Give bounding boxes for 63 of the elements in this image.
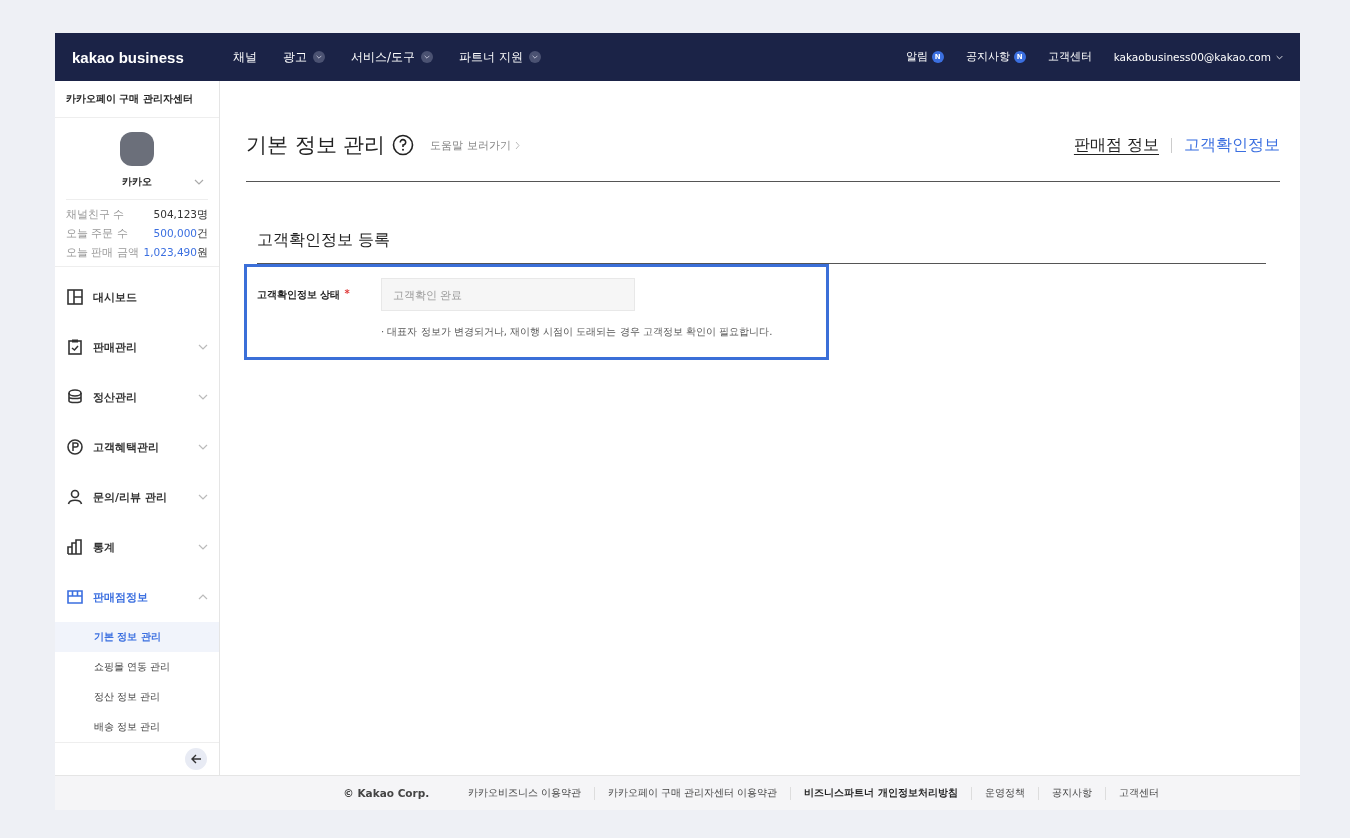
- sidebar-item[interactable]: 문의/리뷰 관리: [55, 472, 219, 522]
- footer-link[interactable]: 운영정책: [970, 786, 1038, 800]
- nav-menu-item[interactable]: 서비스/도구: [351, 48, 434, 66]
- stat-value: 500,000건: [153, 227, 208, 241]
- stat-label: 오늘 주문 수: [66, 227, 128, 241]
- nav-menu-item[interactable]: 파트너 지원: [459, 48, 541, 66]
- arrow-left-icon: [190, 754, 202, 764]
- chevron-down-icon: [198, 394, 208, 400]
- stat-value: 504,123명: [153, 208, 208, 222]
- footer-link[interactable]: 공지사항: [1037, 786, 1105, 800]
- sidebar-item[interactable]: 고객혜택관리: [55, 422, 219, 472]
- chevron-down-icon: [198, 344, 208, 350]
- profile-name: 카카오: [122, 176, 152, 189]
- section-title: 고객확인정보 등록: [257, 230, 1266, 264]
- field-note: · 대표자 정보가 변경되거나, 재이행 시점이 도래되는 경우 고객정보 확인이 필요합니다.: [381, 325, 774, 339]
- footer-link[interactable]: 카카오비즈니스 이용약관: [455, 786, 595, 800]
- top-link[interactable]: 알림: [905, 50, 928, 64]
- dashboard-icon: [66, 288, 84, 306]
- sidebar-subitem[interactable]: 배송 정보 관리: [55, 712, 219, 742]
- required-mark: *: [344, 287, 350, 301]
- sidebar-subitem[interactable]: 정산 정보 관리: [55, 682, 219, 712]
- tab[interactable]: 고객확인정보: [1184, 134, 1280, 156]
- help-icon[interactable]: [392, 134, 415, 156]
- person-icon: [66, 488, 84, 506]
- collapse-button[interactable]: [185, 748, 207, 770]
- stat-value: 1,023,490원: [143, 246, 208, 260]
- sidebar-item[interactable]: 대시보드: [55, 272, 219, 322]
- footer-link[interactable]: 비즈니스파트너 개인정보처리방침: [790, 786, 971, 800]
- clipboard-icon: [66, 338, 84, 356]
- footer-link[interactable]: 카카오페이 구매 관리자센터 이용약관: [594, 786, 791, 800]
- chevron-down-icon: [194, 179, 204, 185]
- sidebar-item[interactable]: 통계: [55, 522, 219, 572]
- chevron-down-icon: [198, 544, 208, 550]
- footer-link[interactable]: 고객센터: [1104, 786, 1172, 800]
- nav-menu-item[interactable]: 채널: [233, 48, 257, 66]
- chevron-down-icon: [198, 444, 208, 450]
- sidebar-item[interactable]: 판매관리: [55, 322, 219, 372]
- top-link[interactable]: 공지사항: [965, 50, 1010, 64]
- sidebar-item[interactable]: 정산관리: [55, 372, 219, 422]
- chevron-down-icon: [198, 494, 208, 500]
- top-link[interactable]: 고객센터: [1047, 50, 1092, 64]
- chevron-right-icon: [514, 140, 520, 150]
- nav-menu-item[interactable]: 광고: [283, 48, 325, 66]
- sidebar-subitem[interactable]: 쇼핑몰 연동 관리: [55, 652, 219, 682]
- chevron-up-icon: [198, 594, 208, 600]
- stat-label: 오늘 판매 금액: [66, 246, 139, 260]
- copyright: © Kakao Corp.: [343, 787, 430, 799]
- page-title: 기본 정보 관리: [246, 132, 386, 159]
- chevron-down-icon: [1276, 54, 1283, 60]
- field-label: 고객확인정보 상태: [257, 287, 341, 302]
- sidebar-item[interactable]: 판매점정보: [55, 572, 219, 622]
- bar-chart-icon: [66, 538, 84, 556]
- database-icon: [66, 388, 84, 406]
- point-circle-icon: [66, 438, 84, 456]
- sidebar-title: 카카오페이 구매 관리자센터: [55, 81, 219, 118]
- account-menu[interactable]: kakaobusiness00@kakao.com: [1113, 51, 1283, 63]
- help-link[interactable]: 도움말 보러가기: [430, 137, 520, 153]
- sidebar-subitem[interactable]: 기본 정보 관리: [55, 622, 219, 652]
- tab[interactable]: 판매점 정보: [1073, 134, 1159, 156]
- logo[interactable]: kakao business: [72, 48, 233, 66]
- avatar-placeholder: [120, 132, 154, 166]
- store-icon: [66, 588, 84, 606]
- stat-label: 채널친구 수: [66, 208, 125, 222]
